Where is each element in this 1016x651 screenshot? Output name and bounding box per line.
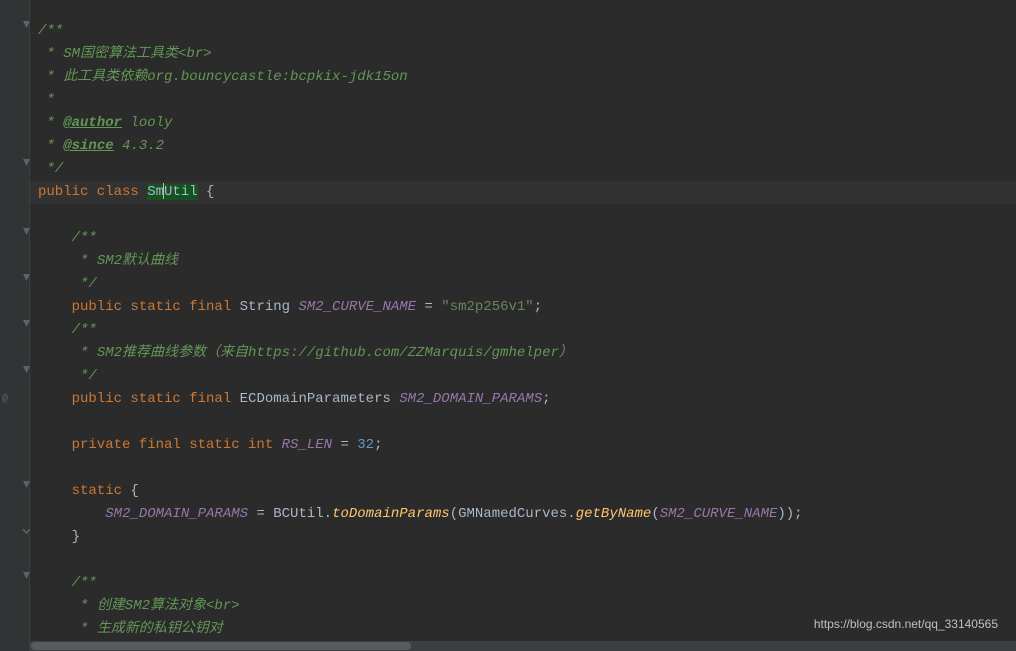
code-line[interactable]: public static final ECDomainParameters S… xyxy=(30,388,1016,411)
code-line-active[interactable]: public class SmUtil { xyxy=(30,181,1016,204)
code-line[interactable]: /** xyxy=(30,227,1016,250)
fold-icon[interactable] xyxy=(22,480,31,489)
code-line[interactable]: } xyxy=(30,526,1016,549)
code-line[interactable]: */ xyxy=(30,273,1016,296)
code-line[interactable] xyxy=(30,549,1016,572)
code-line[interactable]: /** xyxy=(30,319,1016,342)
code-line[interactable]: * SM2推荐曲线参数（来自https://github.com/ZZMarqu… xyxy=(30,342,1016,365)
code-line[interactable]: public static final String SM2_CURVE_NAM… xyxy=(30,296,1016,319)
code-line[interactable]: /** xyxy=(30,20,1016,43)
code-line[interactable]: static { xyxy=(30,480,1016,503)
code-line[interactable]: * SM2默认曲线 xyxy=(30,250,1016,273)
code-line[interactable]: */ xyxy=(30,158,1016,181)
fold-icon[interactable] xyxy=(22,571,31,580)
code-line[interactable]: * @author looly xyxy=(30,112,1016,135)
code-line[interactable] xyxy=(30,411,1016,434)
fold-icon[interactable] xyxy=(22,319,31,328)
scrollbar-thumb[interactable] xyxy=(31,642,411,650)
code-line[interactable] xyxy=(30,204,1016,227)
code-line[interactable]: * SM国密算法工具类<br> xyxy=(30,43,1016,66)
code-line[interactable] xyxy=(30,457,1016,480)
code-line[interactable]: * 此工具类依赖org.bouncycastle:bcpkix-jdk15on xyxy=(30,66,1016,89)
watermark: https://blog.csdn.net/qq_33140565 xyxy=(814,613,998,636)
fold-icon[interactable] xyxy=(22,273,31,282)
code-line[interactable]: * xyxy=(30,89,1016,112)
gutter: @ xyxy=(0,0,30,651)
code-line[interactable]: SM2_DOMAIN_PARAMS = BCUtil.toDomainParam… xyxy=(30,503,1016,526)
fold-icon[interactable] xyxy=(22,158,31,167)
fold-icon[interactable] xyxy=(22,365,31,374)
fold-icon[interactable] xyxy=(22,20,31,29)
code-line[interactable]: private final static int RS_LEN = 32; xyxy=(30,434,1016,457)
fold-icon[interactable] xyxy=(22,227,31,236)
code-line[interactable]: /** xyxy=(30,572,1016,595)
horizontal-scrollbar[interactable] xyxy=(30,641,1016,651)
code-line[interactable]: * @since 4.3.2 xyxy=(30,135,1016,158)
code-editor[interactable]: @ /** * SM国密算法工具类<br> * 此工具类依赖org.bouncy… xyxy=(0,0,1016,651)
code-line[interactable]: */ xyxy=(30,365,1016,388)
at-indicator: @ xyxy=(2,388,8,411)
fold-close-icon[interactable] xyxy=(22,525,31,534)
